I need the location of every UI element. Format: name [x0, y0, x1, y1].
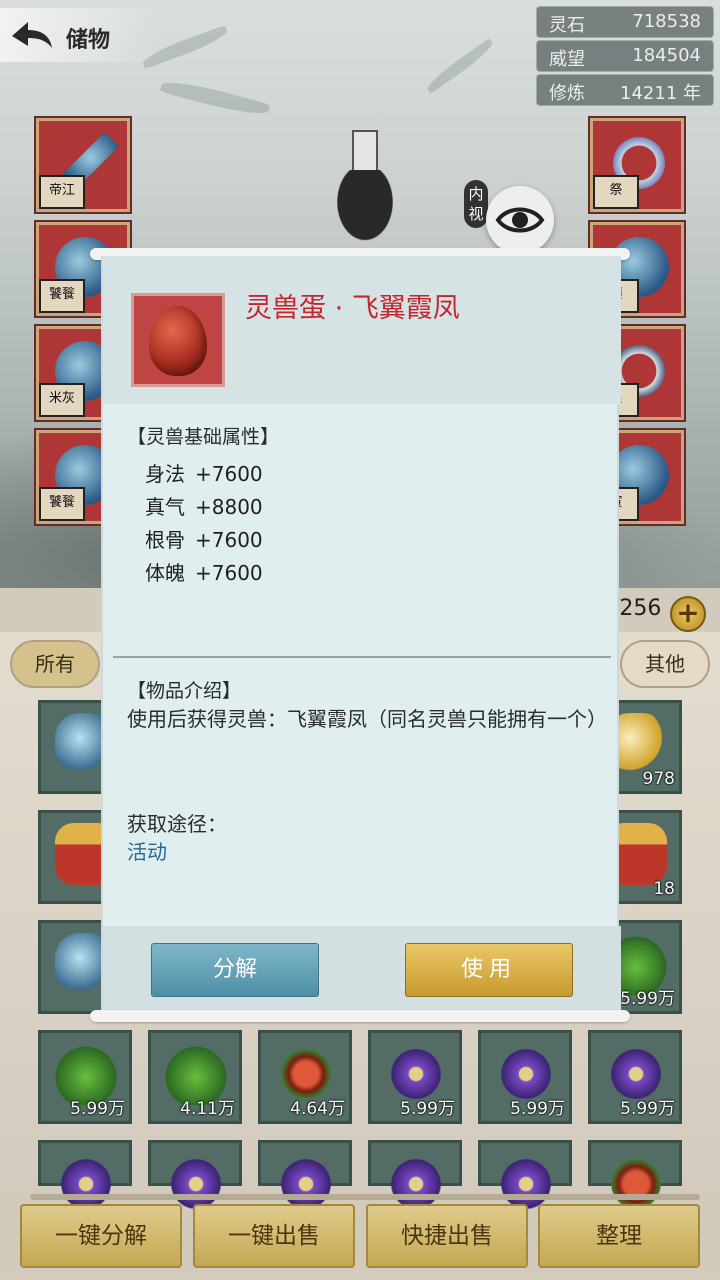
attribute-value: +7600: [195, 462, 263, 486]
intro-title: 【物品介绍】: [127, 680, 242, 702]
attribute-value: +7600: [195, 561, 263, 585]
attribute-value: +7600: [195, 528, 263, 552]
scroll-rod-bottom: [90, 1010, 630, 1022]
attribute-row: 身法 +7600: [145, 458, 263, 487]
attribute-row: 体魄 +7600: [145, 557, 263, 586]
attribute-row: 真气 +8800: [145, 491, 263, 520]
item-icon-frame: [131, 293, 225, 387]
divider: [113, 656, 611, 658]
intro-text: 使用后获得灵兽：飞翼霞凤（同名灵兽只能拥有一个）: [127, 707, 607, 731]
attribute-name: 体魄: [145, 561, 185, 585]
item-name: 灵兽蛋 · 飞翼霞凤: [245, 293, 460, 324]
beast-egg-icon: [149, 306, 207, 376]
attribute-name: 真气: [145, 495, 185, 519]
attribute-name: 身法: [145, 462, 185, 486]
source-title: 获取途径：: [127, 812, 227, 836]
source-link[interactable]: 活动: [127, 836, 167, 865]
dialog-header: 灵兽蛋 · 飞翼霞凤: [103, 256, 621, 404]
attribute-row: 根骨 +7600: [145, 524, 263, 553]
attributes-title: 【灵兽基础属性】: [127, 426, 280, 448]
item-detail-dialog: 灵兽蛋 · 飞翼霞凤 【灵兽基础属性】 身法 +7600 真气 +8800 根骨 +7…: [101, 256, 621, 1012]
decompose-button[interactable]: 分解: [151, 943, 319, 997]
use-button[interactable]: 使用: [405, 943, 573, 997]
attribute-name: 根骨: [145, 528, 185, 552]
attribute-value: +8800: [195, 495, 263, 519]
